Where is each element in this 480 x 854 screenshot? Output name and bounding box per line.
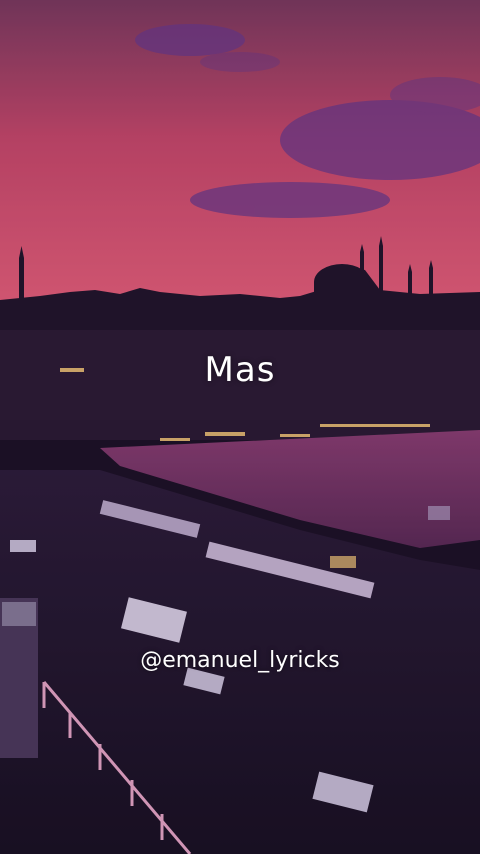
video-frame: Mas @emanuel_lyricks: [0, 0, 480, 854]
lyric-caption: Mas: [204, 350, 276, 390]
city-sunset-background: [0, 0, 480, 854]
watermark-handle: @emanuel_lyricks: [140, 648, 340, 673]
